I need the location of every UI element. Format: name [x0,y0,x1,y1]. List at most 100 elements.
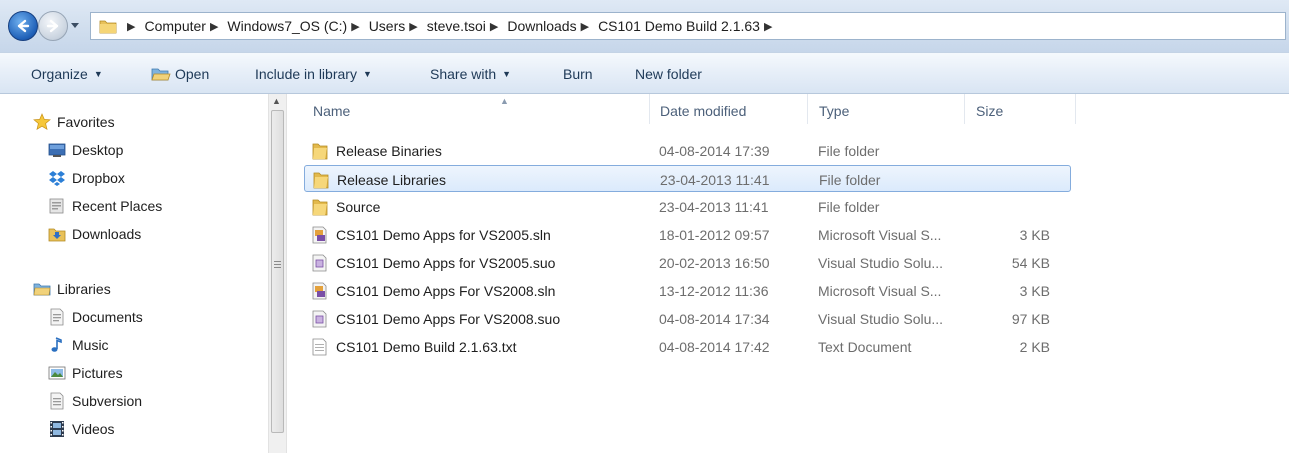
nav-label: Pictures [72,365,123,381]
suo-file-icon [312,254,327,271]
nav-item-videos[interactable]: Videos [48,416,115,442]
breadcrumb-label[interactable]: Downloads [507,18,576,34]
downloads-folder-icon [48,228,66,242]
file-row-build-txt[interactable]: CS101 Demo Build 2.1.63.txt 04-08-2014 1… [304,333,1071,360]
subversion-icon [50,392,64,410]
column-divider[interactable] [1075,94,1076,124]
column-divider[interactable] [964,94,965,124]
breadcrumb-label[interactable]: Computer [144,18,205,34]
file-type: Microsoft Visual S... [818,226,942,243]
file-size: 54 KB [1011,254,1050,271]
breadcrumb-label[interactable]: Windows7_OS (C:) [227,18,347,34]
nav-item-recent-places[interactable]: Recent Places [48,193,162,219]
column-divider[interactable] [649,94,650,124]
breadcrumb-separator-icon[interactable]: ▶ [764,20,772,33]
scroll-up-arrow-icon[interactable]: ▲ [272,96,281,106]
breadcrumb-separator-icon[interactable]: ▶ [351,20,359,33]
breadcrumb-separator-icon[interactable]: ▶ [210,20,218,33]
column-header-date-modified[interactable]: Date modified [660,94,810,128]
nav-label: Documents [72,309,143,325]
breadcrumb-separator-icon[interactable]: ▶ [490,20,498,33]
nav-item-desktop[interactable]: Desktop [48,137,123,163]
nav-item-pictures[interactable]: Pictures [48,360,123,386]
nav-item-subversion[interactable]: Subversion [48,388,142,414]
nav-libraries-header[interactable]: Libraries [33,276,111,302]
file-size: 3 KB [1019,282,1050,299]
file-date: 23-04-2013 11:41 [660,171,770,188]
nav-item-dropbox[interactable]: Dropbox [48,165,125,191]
breadcrumb-drive[interactable]: Windows7_OS (C:) [227,18,347,34]
nav-item-documents[interactable]: Documents [48,304,143,330]
file-name-cell: CS101 Demo Apps For VS2008.sln [310,277,555,304]
breadcrumb-separator-icon[interactable]: ▶ [127,20,135,33]
file-size: 3 KB [1019,226,1050,243]
breadcrumb-label[interactable]: Users [369,18,406,34]
file-size [954,193,1050,220]
share-with-button[interactable]: Share with ▼ [430,66,511,82]
new-folder-button[interactable]: New folder [635,66,702,82]
address-box[interactable]: ▶ Computer ▶ Windows7_OS (C:) ▶ Users ▶ … [90,12,1286,40]
back-arrow-icon [17,19,30,33]
breadcrumb-downloads[interactable]: Downloads [507,18,576,34]
pictures-icon [48,366,66,380]
file-name-cell: CS101 Demo Build 2.1.63.txt [310,333,517,360]
navigation-scrollbar[interactable]: ▲ [268,94,287,453]
libraries-icon [33,283,51,296]
folder-icon [312,143,328,159]
file-date: 13-12-2012 11:36 [659,282,769,299]
file-size [955,166,1051,193]
file-size: 2 KB [1019,338,1050,355]
file-row-vs2008-suo[interactable]: CS101 Demo Apps For VS2008.suo 04-08-201… [304,305,1071,332]
breadcrumb-user[interactable]: steve.tsoi [427,18,486,34]
folder-icon [312,199,328,215]
recent-pages-dropdown-icon[interactable] [70,20,80,30]
column-header-size[interactable]: Size [976,94,1076,128]
nav-item-music[interactable]: Music [48,332,109,358]
nav-label: Videos [72,421,115,437]
file-row-vs2005-sln[interactable]: CS101 Demo Apps for VS2005.sln 18-01-201… [304,221,1071,248]
back-button[interactable] [8,11,38,41]
desktop-icon [48,143,66,157]
nav-favorites-header[interactable]: Favorites [33,109,115,135]
file-type: Microsoft Visual S... [818,282,942,299]
file-row-release-libraries[interactable]: Release Libraries 23-04-2013 11:41 File … [304,165,1071,192]
videos-icon [50,421,64,437]
nav-item-downloads[interactable]: Downloads [48,221,141,247]
breadcrumb-computer[interactable]: Computer [144,18,205,34]
breadcrumb-separator-icon[interactable]: ▶ [581,20,589,33]
file-type: File folder [818,142,880,159]
breadcrumb-label[interactable]: steve.tsoi [427,18,486,34]
breadcrumb-label[interactable]: CS101 Demo Build 2.1.63 [598,18,760,34]
file-date: 04-08-2014 17:39 [659,142,770,159]
breadcrumb-separator-icon[interactable]: ▶ [409,20,417,33]
file-name: CS101 Demo Apps for VS2005.sln [336,226,551,243]
sort-ascending-icon: ▲ [500,96,509,106]
scrollbar-thumb[interactable] [271,110,284,433]
file-name: CS101 Demo Apps For VS2008.suo [336,310,561,327]
file-row-vs2008-sln[interactable]: CS101 Demo Apps For VS2008.sln 13-12-201… [304,277,1071,304]
scrollbar-grip-icon [274,261,281,270]
file-name-cell: CS101 Demo Apps for VS2005.sln [310,221,551,248]
open-folder-icon [151,68,171,81]
solution-file-icon [312,226,327,243]
include-in-library-button[interactable]: Include in library ▼ [255,66,372,82]
file-name: Source [336,198,381,215]
breadcrumb-users[interactable]: Users [369,18,406,34]
open-button[interactable]: Open [151,66,209,82]
column-divider[interactable] [807,94,808,124]
command-bar: Organize ▼ Open Include in library ▼ Sha… [0,52,1289,94]
forward-button[interactable] [38,11,68,41]
dropdown-arrow-icon: ▼ [502,69,512,79]
file-name-cell: CS101 Demo Apps For VS2008.suo [310,305,560,332]
file-name-cell: Source [310,193,380,220]
column-header-label: Name [313,103,351,119]
file-row-source[interactable]: Source 23-04-2013 11:41 File folder [304,193,1071,220]
organize-button[interactable]: Organize ▼ [31,66,103,82]
file-row-release-binaries[interactable]: Release Binaries 04-08-2014 17:39 File f… [304,137,1071,164]
burn-button[interactable]: Burn [563,66,593,82]
breadcrumb-current-folder[interactable]: CS101 Demo Build 2.1.63 [598,18,760,34]
column-header-name[interactable]: Name ▲ [313,94,653,128]
file-row-vs2005-suo[interactable]: CS101 Demo Apps for VS2005.suo 20-02-201… [304,249,1071,276]
column-header-type[interactable]: Type [819,94,959,128]
burn-label: Burn [563,66,593,82]
